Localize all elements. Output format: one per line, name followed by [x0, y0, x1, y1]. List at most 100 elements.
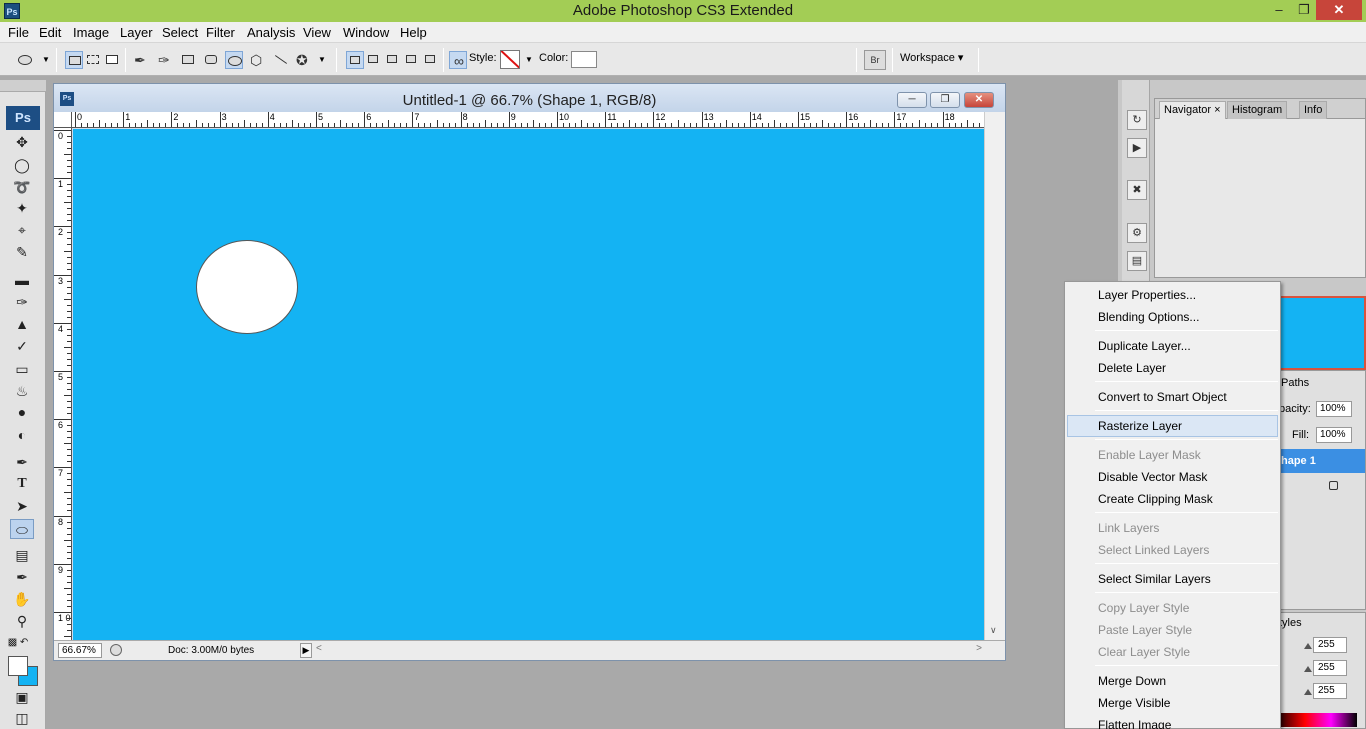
rounded-rectangle-button[interactable] — [202, 51, 220, 69]
menu-item-duplicate-layer[interactable]: Duplicate Layer... — [1067, 335, 1278, 357]
hand-icon[interactable]: ✋ — [10, 589, 34, 609]
intersect-shape-button[interactable] — [403, 51, 421, 69]
red-slider-handle[interactable] — [1304, 643, 1312, 649]
slice-icon[interactable]: ✎ — [10, 242, 34, 262]
close-button[interactable]: ✕ — [1316, 0, 1362, 20]
preset-dropdown-icon[interactable]: ▼ — [42, 55, 50, 64]
menu-analysis[interactable]: Analysis — [247, 25, 295, 40]
blur-icon[interactable]: ● — [10, 402, 34, 422]
scroll-down-icon[interactable]: ∨ — [990, 625, 997, 636]
rectangle-tool-button[interactable] — [179, 51, 197, 69]
ruler-origin[interactable] — [54, 112, 72, 128]
actions-panel-icon[interactable]: ▶ — [1127, 138, 1147, 158]
blue-value-field[interactable]: 255 — [1313, 683, 1347, 699]
menu-layer[interactable]: Layer — [120, 25, 153, 40]
tab-histogram[interactable]: Histogram — [1227, 101, 1288, 119]
canvas[interactable] — [73, 129, 984, 640]
layer-row-shape-1[interactable]: hape 1 — [1279, 449, 1365, 473]
green-slider-handle[interactable] — [1304, 666, 1312, 672]
menu-help[interactable]: Help — [400, 25, 427, 40]
blue-slider-handle[interactable] — [1304, 689, 1312, 695]
zoom-level-field[interactable]: 66.67% — [58, 643, 102, 658]
geometry-options-icon[interactable]: ▼ — [318, 55, 326, 64]
paint-bucket-icon[interactable]: ♨ — [10, 381, 34, 401]
tool-preset-picker[interactable] — [16, 51, 36, 69]
green-value-field[interactable]: 255 — [1313, 660, 1347, 676]
line-tool-button[interactable] — [271, 51, 289, 69]
menu-edit[interactable]: Edit — [39, 25, 61, 40]
menu-item-create-clipping-mask[interactable]: Create Clipping Mask — [1067, 488, 1278, 510]
exclude-shape-button[interactable] — [422, 51, 440, 69]
history-panel-icon[interactable]: ↻ — [1127, 110, 1147, 130]
lock-icon[interactable] — [1329, 481, 1338, 490]
style-picker[interactable] — [500, 50, 520, 69]
menu-item-flatten-image[interactable]: Flatten Image — [1067, 714, 1278, 729]
shape-layers-button[interactable] — [65, 51, 83, 69]
vertical-ruler[interactable]: 0 1 2 3 4 5 6 7 8 9 1 0 — [54, 128, 72, 640]
menu-view[interactable]: View — [303, 25, 331, 40]
link-style-button[interactable]: ∞ — [449, 51, 467, 69]
toolbox-grip[interactable] — [0, 80, 46, 92]
menu-item-select-similar-layers[interactable]: Select Similar Layers — [1067, 568, 1278, 590]
document-close-button[interactable]: ✕ — [964, 92, 994, 108]
dodge-icon[interactable]: ◐ — [10, 425, 34, 445]
document-minimize-button[interactable]: ─ — [897, 92, 927, 108]
paths-mode-button[interactable] — [84, 51, 102, 69]
ellipse-tool-button[interactable] — [225, 51, 243, 69]
menu-select[interactable]: Select — [162, 25, 198, 40]
menu-window[interactable]: Window — [343, 25, 389, 40]
document-title-bar[interactable]: Ps Untitled-1 @ 66.7% (Shape 1, RGB/8) ─… — [54, 84, 1005, 112]
menu-item-merge-down[interactable]: Merge Down — [1067, 670, 1278, 692]
eyedropper-icon[interactable]: ✒ — [10, 567, 34, 587]
pen-tool-button[interactable]: ✒ — [132, 51, 150, 69]
default-colors-icon[interactable]: ▩ ↶ — [6, 633, 30, 653]
scroll-left-icon[interactable]: < — [316, 643, 322, 654]
opacity-field[interactable]: 100% — [1316, 401, 1352, 417]
custom-shape-button[interactable]: ✪ — [294, 51, 312, 69]
brush-icon[interactable]: ✑ — [10, 292, 34, 312]
history-brush-icon[interactable]: ✓ — [10, 336, 34, 356]
tab-paths[interactable]: Paths — [1281, 377, 1309, 389]
red-value-field[interactable]: 255 — [1313, 637, 1347, 653]
eraser-icon[interactable]: ▭ — [10, 359, 34, 379]
healing-brush-icon[interactable]: ▬ — [10, 270, 34, 290]
menu-item-convert-to-smart-object[interactable]: Convert to Smart Object — [1067, 386, 1278, 408]
menu-item-disable-vector-mask[interactable]: Disable Vector Mask — [1067, 466, 1278, 488]
foreground-color-swatch[interactable] — [8, 656, 28, 676]
notes-icon[interactable]: ▤ — [10, 545, 34, 565]
ellipse-shape[interactable] — [196, 240, 298, 334]
menu-item-merge-visible[interactable]: Merge Visible — [1067, 692, 1278, 714]
tab-navigator[interactable]: Navigator × — [1159, 101, 1226, 119]
tool-presets-panel-icon[interactable]: ✖ — [1127, 180, 1147, 200]
freeform-pen-button[interactable]: ✑ — [156, 51, 174, 69]
minimize-button[interactable]: – — [1266, 0, 1292, 20]
ellipse-tool-icon[interactable]: ⬭ — [10, 519, 34, 539]
scroll-right-icon[interactable]: > — [976, 643, 982, 654]
photoshop-logo[interactable]: Ps — [6, 106, 40, 130]
ellipse-marquee-icon[interactable]: ◯ — [10, 155, 34, 175]
close-tab-icon[interactable]: × — [1214, 104, 1220, 116]
menu-item-rasterize-layer[interactable]: Rasterize Layer — [1067, 415, 1278, 437]
crop-icon[interactable]: ⌖ — [10, 220, 34, 240]
color-swatch[interactable] — [571, 51, 597, 68]
horizontal-ruler[interactable]: 0 1 2 3 4 5 6 7 8 9 10 11 12 13 14 15 16 17 18 — [72, 112, 986, 128]
menu-item-blending-options[interactable]: Blending Options... — [1067, 306, 1278, 328]
restore-button[interactable]: ❐ — [1291, 0, 1317, 20]
tab-info[interactable]: Info — [1299, 101, 1328, 119]
quick-mask-icon[interactable]: ▣ — [10, 687, 34, 707]
type-icon[interactable]: T — [10, 474, 34, 494]
zoom-icon[interactable]: ⚲ — [10, 611, 34, 631]
screen-mode-icon[interactable]: ◫ — [10, 708, 34, 728]
bridge-icon[interactable]: Br — [864, 50, 886, 70]
add-to-shape-button[interactable] — [365, 51, 383, 69]
status-info-icon[interactable] — [110, 644, 122, 656]
lasso-icon[interactable]: ➰ — [10, 177, 34, 197]
create-new-shape-button[interactable] — [346, 51, 364, 69]
menu-filter[interactable]: Filter — [206, 25, 235, 40]
move-icon[interactable]: ✥ — [10, 132, 34, 152]
magic-wand-icon[interactable]: ✦ — [10, 198, 34, 218]
fill-pixels-button[interactable] — [103, 51, 121, 69]
workspace-menu-button[interactable]: Workspace ▾ — [900, 51, 963, 64]
color-spectrum-bar[interactable] — [1279, 713, 1357, 727]
clone-stamp-icon[interactable]: ▲ — [10, 314, 34, 334]
